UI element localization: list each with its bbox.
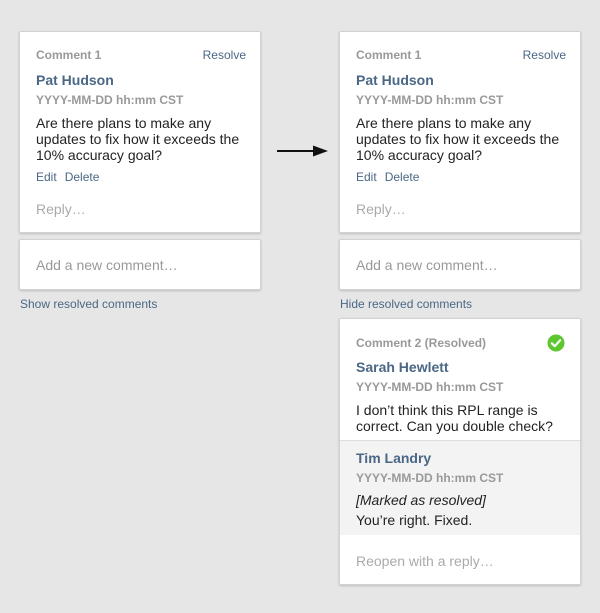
edit-button[interactable]: Edit [36, 170, 57, 184]
comment-actions: Edit Delete [36, 169, 107, 185]
comment-body-line: correct. Can you double check? [356, 418, 553, 434]
comment-header: Comment 2 (Resolved) [356, 335, 564, 351]
resolved-comment-card: Comment 2 (Resolved) Sarah Hewlett YYYY-… [339, 318, 581, 585]
reply-author: Tim Landry [356, 450, 432, 466]
add-comment-input[interactable]: Add a new comment… [36, 256, 178, 274]
check-circle-icon [547, 334, 565, 352]
comment-body-line: updates to fix how it exceeds the [36, 131, 240, 147]
add-comment-input[interactable]: Add a new comment… [356, 256, 498, 274]
comment-timestamp: YYYY-MM-DD hh:mm CST [356, 380, 504, 394]
comment-body-line: Are there plans to make any [356, 115, 532, 131]
reopen-reply-input[interactable]: Reopen with a reply… [356, 552, 494, 570]
delete-button[interactable]: Delete [385, 170, 420, 184]
reply-timestamp: YYYY-MM-DD hh:mm CST [356, 471, 504, 485]
comment-number: Comment 2 (Resolved) [356, 336, 487, 350]
show-resolved-link[interactable]: Show resolved comments [20, 297, 157, 311]
comment-body-line: 10% accuracy goal? [356, 147, 483, 163]
comment-author: Pat Hudson [36, 72, 114, 88]
comment-author: Sarah Hewlett [356, 359, 449, 375]
comment-body-line: updates to fix how it exceeds the [356, 131, 560, 147]
resolved-status-text: [Marked as resolved] [356, 492, 486, 508]
comment-body: I don’t think this RPL range is correct.… [356, 402, 566, 434]
resolve-button[interactable]: Resolve [203, 47, 246, 63]
add-comment-card-right[interactable]: Add a new comment… [339, 239, 581, 290]
comment-body-line: Are there plans to make any [36, 115, 212, 131]
comment-card-right: Comment 1 Resolve Pat Hudson YYYY-MM-DD … [339, 31, 581, 233]
comment-body: Are there plans to make any updates to f… [356, 115, 566, 163]
reply-input[interactable]: Reply… [36, 200, 86, 218]
comment-timestamp: YYYY-MM-DD hh:mm CST [36, 93, 184, 107]
comment-number: Comment 1 [36, 48, 102, 62]
resolve-button[interactable]: Resolve [523, 47, 566, 63]
comment-header: Comment 1 Resolve [36, 47, 246, 63]
comment-timestamp: YYYY-MM-DD hh:mm CST [356, 93, 504, 107]
comment-number: Comment 1 [356, 48, 422, 62]
comment-card-left: Comment 1 Resolve Pat Hudson YYYY-MM-DD … [19, 31, 261, 233]
comment-header: Comment 1 Resolve [356, 47, 566, 63]
reply-section: Tim Landry YYYY-MM-DD hh:mm CST [Marked … [340, 440, 580, 535]
comment-body-line: I don’t think this RPL range is [356, 402, 538, 418]
comment-actions: Edit Delete [356, 169, 427, 185]
reply-input[interactable]: Reply… [356, 200, 406, 218]
reply-body: You’re right. Fixed. [356, 512, 473, 528]
add-comment-card-left[interactable]: Add a new comment… [19, 239, 261, 290]
hide-resolved-link[interactable]: Hide resolved comments [340, 297, 472, 311]
comment-author: Pat Hudson [356, 72, 434, 88]
comment-body: Are there plans to make any updates to f… [36, 115, 246, 163]
comment-body-line: 10% accuracy goal? [36, 147, 163, 163]
arrow-right-icon [277, 145, 328, 157]
edit-button[interactable]: Edit [356, 170, 377, 184]
delete-button[interactable]: Delete [65, 170, 100, 184]
